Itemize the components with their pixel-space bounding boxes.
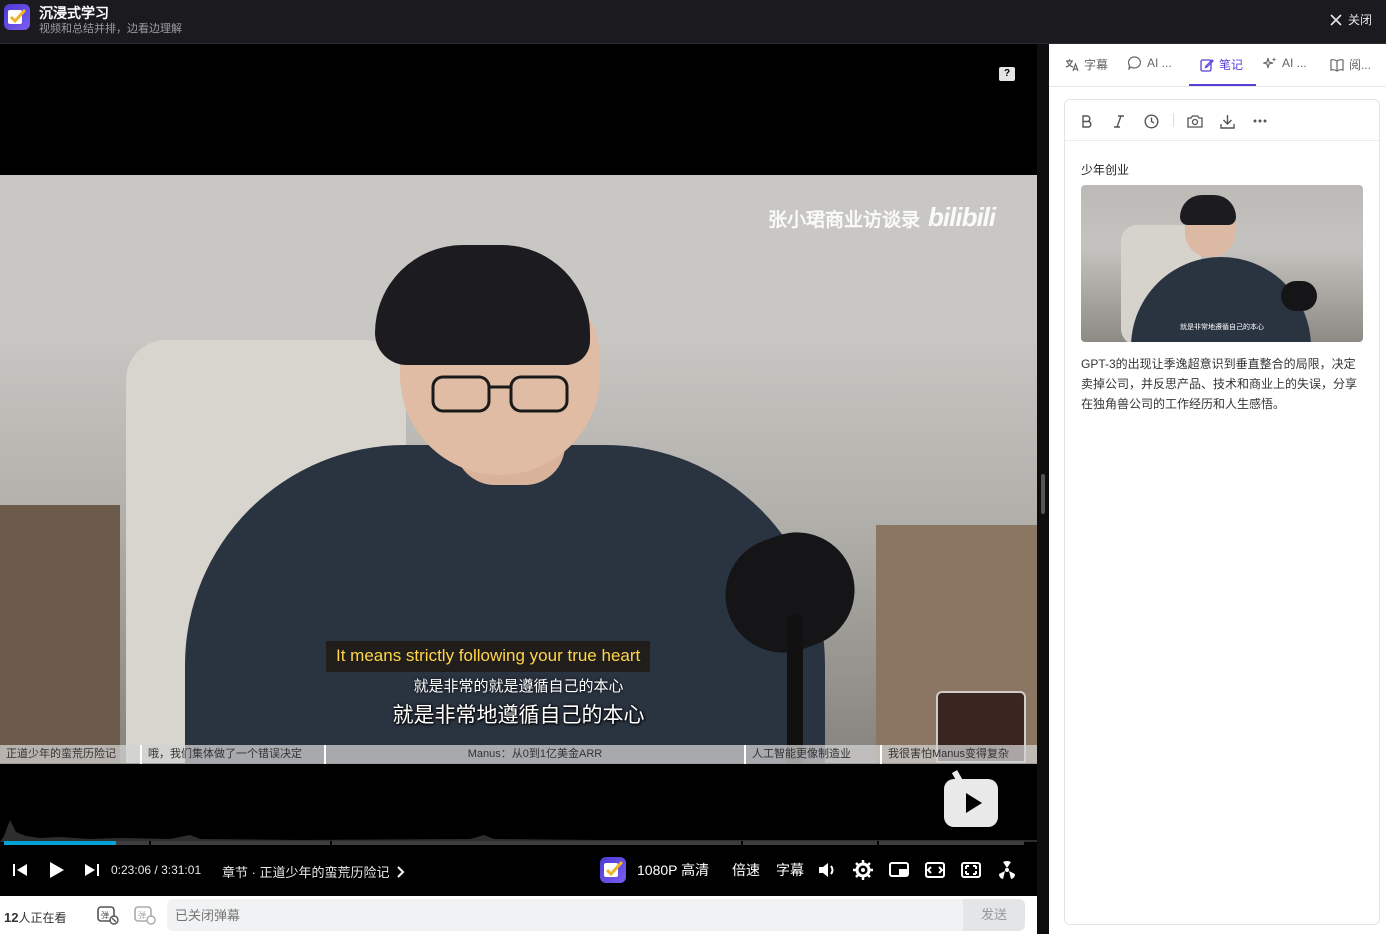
translate-icon [1065, 58, 1079, 71]
book-icon [1330, 58, 1344, 72]
more-icon [1253, 119, 1267, 123]
send-button[interactable]: 发送 [963, 899, 1025, 931]
panel-tabs: 字幕 AI ... 笔记 AI ... 阅... [1049, 44, 1386, 87]
chapter-item[interactable]: 人工智能更像制造业 [746, 745, 882, 764]
chapter-item[interactable]: Manus：从0到1亿美金ARR [326, 745, 746, 764]
danmaku-toggle-icon[interactable]: 弹 [97, 905, 119, 925]
note-editor[interactable]: 少年创业 就是非常地遵循自己的本心 GPT-3的出现让季逸超意识到垂直整合的局限… [1064, 99, 1380, 925]
danmaku-bar: 12人正在看 弹 弹 发送 [0, 896, 1037, 934]
download-button[interactable] [1218, 112, 1236, 130]
chapter-selector[interactable]: 章节 · 正道少年的蛮荒历险记 [222, 862, 405, 881]
panel-divider[interactable] [1037, 44, 1049, 934]
viewer-count: 12人正在看 [4, 910, 67, 925]
app-subtitle: 视频和总结并排，边看边理解 [39, 23, 182, 35]
danmaku-input[interactable] [167, 899, 963, 931]
picture-in-picture-icon [889, 862, 909, 877]
web-fullscreen-icon [961, 862, 981, 878]
quality-button[interactable]: 1080P 高清 [637, 852, 709, 888]
screenshot-button[interactable] [1186, 112, 1204, 130]
speed-button[interactable]: 倍速 [732, 852, 760, 888]
picture-in-picture-button[interactable] [889, 852, 909, 888]
chat-bubble-icon [1128, 56, 1141, 70]
close-button[interactable]: 关闭 [1330, 11, 1372, 28]
subtitle-english: It means strictly following your true he… [326, 641, 651, 672]
heat-waveform [0, 820, 1037, 842]
editor-toolbar [1065, 100, 1379, 141]
video-player: ? 张小珺商业访谈录 bilibili It means strictly fol… [0, 44, 1037, 934]
subtitle-chinese-secondary: 就是非常的就是遵循自己的本心 [413, 678, 624, 695]
chapter-item[interactable]: 哦，我们集体做了一个错误决定 [142, 745, 326, 764]
camera-icon [1187, 115, 1203, 128]
timestamp-button[interactable] [1142, 112, 1160, 130]
previous-button[interactable] [12, 852, 28, 888]
progress-fill [4, 841, 116, 845]
thumbnail-subtitle: 就是非常地遵循自己的本心 [1180, 324, 1264, 331]
quality-app-icon[interactable] [600, 857, 626, 883]
clock-icon [1143, 113, 1159, 129]
close-icon [1330, 13, 1342, 26]
web-fullscreen-button[interactable] [961, 852, 981, 888]
subtitle-chinese-primary: 就是非常地遵循自己的本心 [392, 704, 645, 727]
player-controls: 0:23:06 / 3:31:01 章节 · 正道少年的蛮荒历险记 1080P … [0, 852, 1037, 888]
chapter-strip: 正道少年的蛮荒历险记 哦，我们集体做了一个错误决定 Manus：从0到1亿美金A… [0, 745, 1037, 764]
download-icon [1219, 114, 1235, 129]
note-edit-icon [1200, 58, 1214, 72]
note-heading: 少年创业 [1081, 163, 1130, 177]
skip-next-icon [85, 864, 99, 876]
note-screenshot[interactable]: 就是非常地遵循自己的本心 [1081, 185, 1363, 342]
progress-area[interactable] [0, 806, 1037, 846]
fullscreen-button[interactable] [997, 852, 1017, 888]
more-button[interactable] [1251, 112, 1269, 130]
fullscreen-icon [999, 861, 1015, 879]
settings-button[interactable] [853, 852, 873, 888]
subtitle-button[interactable]: 字幕 [776, 852, 804, 888]
sparkle-icon [1263, 57, 1277, 69]
chevron-right-icon [397, 866, 405, 878]
video-watermark: 张小珺商业访谈录 bilibili [768, 202, 996, 232]
gear-icon [853, 860, 873, 880]
video-frame[interactable]: 张小珺商业访谈录 bilibili It means strictly follo… [0, 175, 1037, 763]
italic-icon [1114, 114, 1124, 128]
app-logo-icon [4, 4, 30, 30]
help-icon[interactable]: ? [999, 67, 1015, 81]
active-tab-indicator [1189, 84, 1256, 86]
close-label: 关闭 [1347, 13, 1372, 27]
play-icon [50, 862, 64, 878]
tab-subtitles[interactable]: 字幕 [1065, 56, 1108, 73]
chapter-item[interactable]: 我很害怕Manus变得复杂 [882, 745, 1037, 764]
side-panel: 字幕 AI ... 笔记 AI ... 阅... 少年创业 就是非常地遵循自己的… [1049, 44, 1386, 934]
tab-notes[interactable]: 笔记 [1200, 56, 1243, 73]
svg-text:弹: 弹 [101, 910, 109, 920]
volume-icon [819, 863, 834, 877]
note-body: GPT-3的出现让季逸超意识到垂直整合的局限，决定卖掉公司，并反思产品、技术和商… [1081, 357, 1358, 411]
volume-button[interactable] [818, 852, 836, 888]
title-bar: 沉浸式学习 视频和总结并排，边看边理解 关闭 [0, 0, 1386, 44]
skip-previous-icon [13, 864, 27, 876]
widescreen-icon [925, 862, 945, 878]
resize-handle[interactable] [1041, 474, 1045, 514]
play-button[interactable] [47, 852, 65, 888]
tab-ai-chat[interactable]: AI ... [1128, 56, 1172, 70]
tab-reading[interactable]: 阅... [1330, 56, 1371, 73]
widescreen-button[interactable] [925, 852, 945, 888]
progress-bar[interactable] [4, 841, 1024, 845]
bold-button[interactable] [1078, 112, 1096, 130]
danmaku-settings-icon[interactable]: 弹 [134, 905, 156, 925]
bold-icon [1082, 114, 1092, 128]
tab-ai-summary[interactable]: AI ... [1263, 56, 1307, 70]
italic-button[interactable] [1110, 112, 1128, 130]
next-button[interactable] [84, 852, 100, 888]
time-display: 0:23:06 / 3:31:01 [111, 863, 202, 877]
svg-text:弹: 弹 [138, 910, 146, 920]
chapter-item[interactable]: 正道少年的蛮荒历险记 [0, 745, 142, 764]
